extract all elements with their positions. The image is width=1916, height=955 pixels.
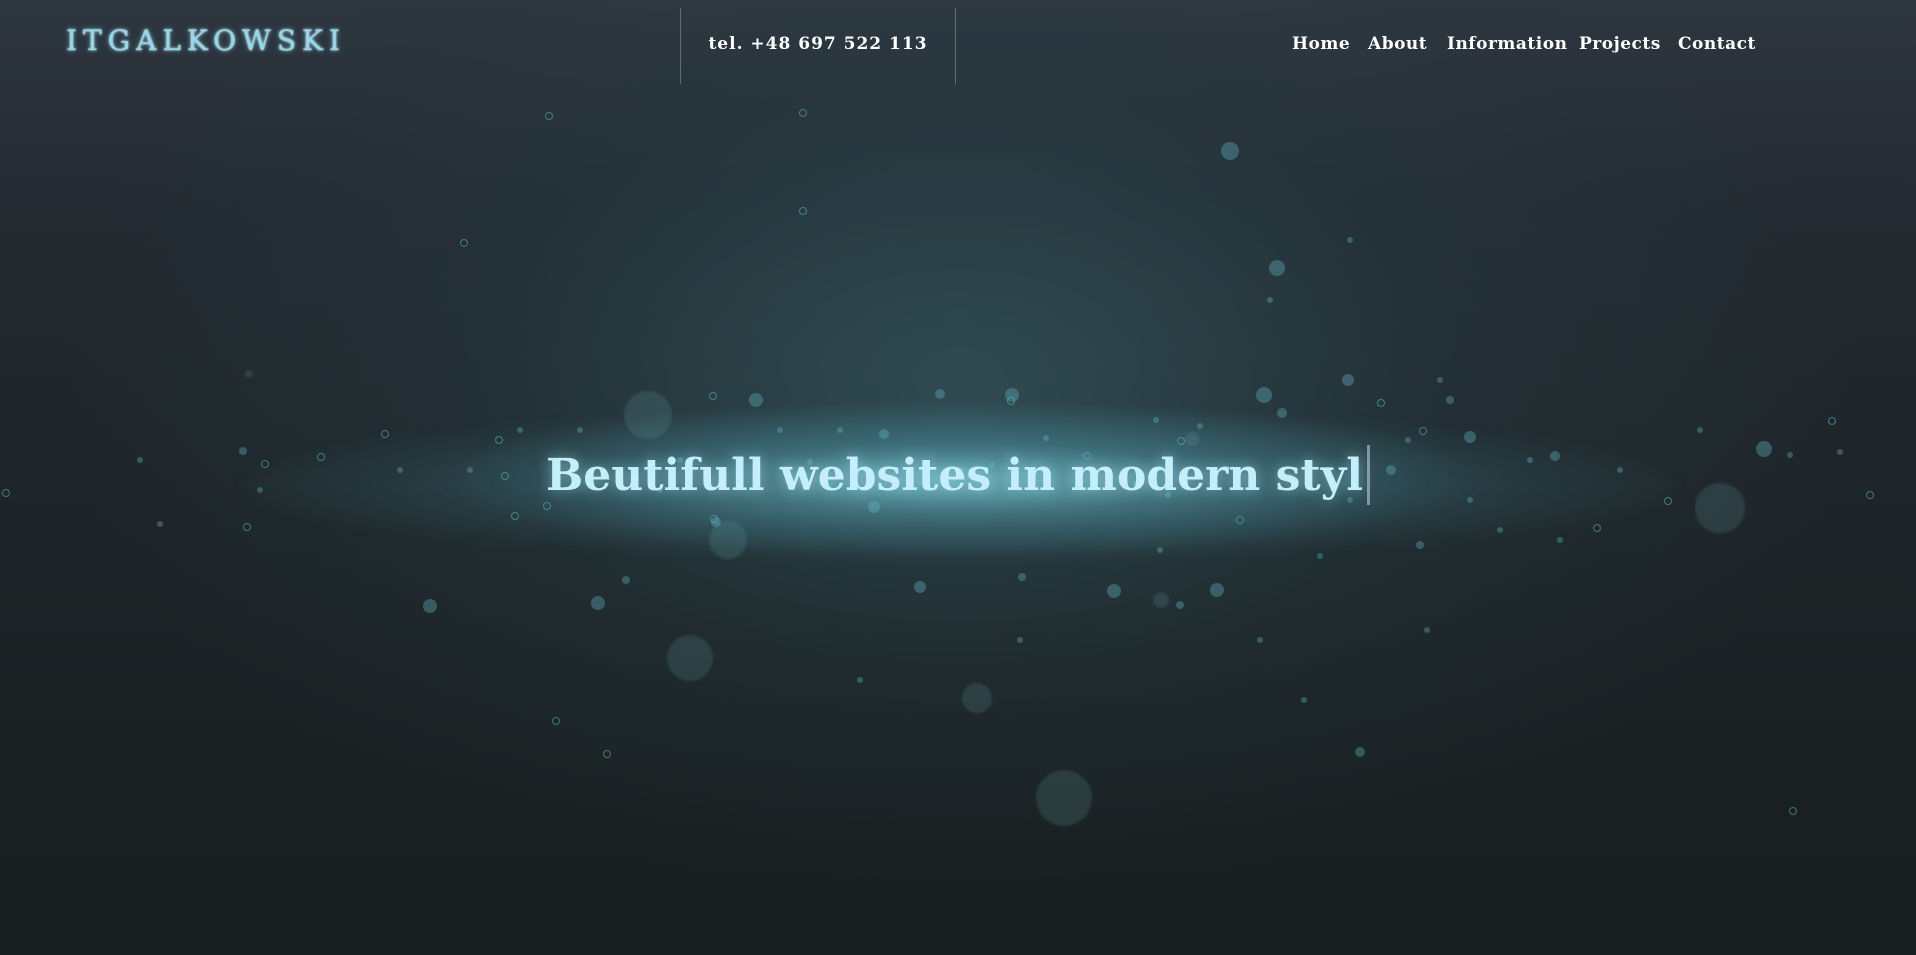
particle-dot	[667, 635, 713, 681]
particle-dot	[243, 523, 251, 531]
particle-dot	[799, 109, 807, 117]
particle-dot	[1789, 807, 1797, 815]
particle-dot	[1267, 297, 1273, 303]
particle-dot	[1697, 427, 1703, 433]
particle-dot	[962, 683, 992, 713]
particle-dot	[1157, 547, 1163, 553]
particle-dot	[1221, 142, 1239, 160]
particle-dot	[1007, 397, 1015, 405]
particle-dot	[1317, 553, 1323, 559]
particle-dot	[1557, 537, 1563, 543]
particle-dot	[577, 427, 583, 433]
particle-dot	[1185, 432, 1199, 446]
particle-dot	[381, 430, 389, 438]
particle-dot	[879, 429, 889, 439]
particle-dot	[710, 515, 718, 523]
particle-dot	[511, 512, 519, 520]
particle-dot	[1269, 260, 1285, 276]
particle-dot	[1043, 435, 1049, 441]
particle-dot	[622, 576, 630, 584]
particle-dot	[1355, 747, 1365, 757]
particle-dot	[1277, 408, 1287, 418]
particle-dot	[495, 436, 503, 444]
particle-dot	[1177, 437, 1185, 445]
particle-dot	[709, 392, 717, 400]
particle-dot	[1419, 427, 1427, 435]
particle-dot	[1197, 423, 1203, 429]
particle-dot	[1828, 417, 1836, 425]
particle-dot	[1018, 573, 1026, 581]
particle-dot	[1107, 584, 1121, 598]
particle-dot	[799, 207, 807, 215]
phone-number[interactable]: tel. +48 697 522 113	[681, 34, 955, 54]
nav-about[interactable]: About	[1368, 34, 1427, 54]
particle-dot	[1153, 592, 1169, 608]
particle-dot	[545, 112, 553, 120]
particle-dot	[935, 389, 945, 399]
nav-projects[interactable]: Projects	[1579, 34, 1661, 54]
particle-dot	[423, 599, 437, 613]
particle-dot	[1497, 527, 1503, 533]
particle-dot	[1210, 583, 1224, 597]
particle-dot	[624, 391, 672, 439]
particle-dot	[914, 581, 926, 593]
particle-dot	[837, 427, 843, 433]
site-logo[interactable]: ITGALKOWSKI	[66, 24, 346, 57]
particle-dot	[749, 393, 763, 407]
particle-dot	[460, 239, 468, 247]
particle-dot	[1377, 399, 1385, 407]
particle-dot	[591, 596, 605, 610]
particle-dot	[1036, 770, 1092, 826]
particle-dot	[1424, 627, 1430, 633]
site-header: ITGALKOWSKI tel. +48 697 522 113 Home Ab…	[0, 0, 1916, 90]
particle-dot	[1347, 237, 1353, 243]
particle-dot	[1416, 541, 1424, 549]
particle-dot	[1464, 431, 1476, 443]
particle-dot	[1017, 637, 1023, 643]
particle-dot	[157, 521, 163, 527]
nav-contact[interactable]: Contact	[1678, 34, 1756, 54]
particle-dot	[245, 370, 253, 378]
particle-dot	[1236, 516, 1244, 524]
particle-dot	[1342, 374, 1354, 386]
particle-dot	[777, 427, 783, 433]
particle-dot	[1301, 697, 1307, 703]
nav-information[interactable]: Information	[1447, 34, 1567, 54]
hero: Beutifull websites in modern styl	[0, 445, 1916, 505]
particle-dot	[1405, 437, 1411, 443]
particle-dot	[1176, 601, 1184, 609]
page: ITGALKOWSKI tel. +48 697 522 113 Home Ab…	[0, 0, 1916, 955]
particle-dot	[1257, 637, 1263, 643]
particle-dot	[1446, 396, 1454, 404]
typing-caret	[1366, 445, 1370, 505]
particle-dot	[517, 427, 523, 433]
particle-dot	[552, 717, 560, 725]
nav-home[interactable]: Home	[1292, 34, 1350, 54]
particle-dot	[857, 677, 863, 683]
header-divider-right	[955, 8, 956, 84]
particle-dot	[1437, 377, 1443, 383]
particle-dot	[603, 750, 611, 758]
hero-typed-text: Beutifull websites in modern styl	[546, 449, 1363, 501]
particle-dot	[1153, 417, 1159, 423]
particle-dot	[1256, 387, 1272, 403]
particle-dot	[1593, 524, 1601, 532]
